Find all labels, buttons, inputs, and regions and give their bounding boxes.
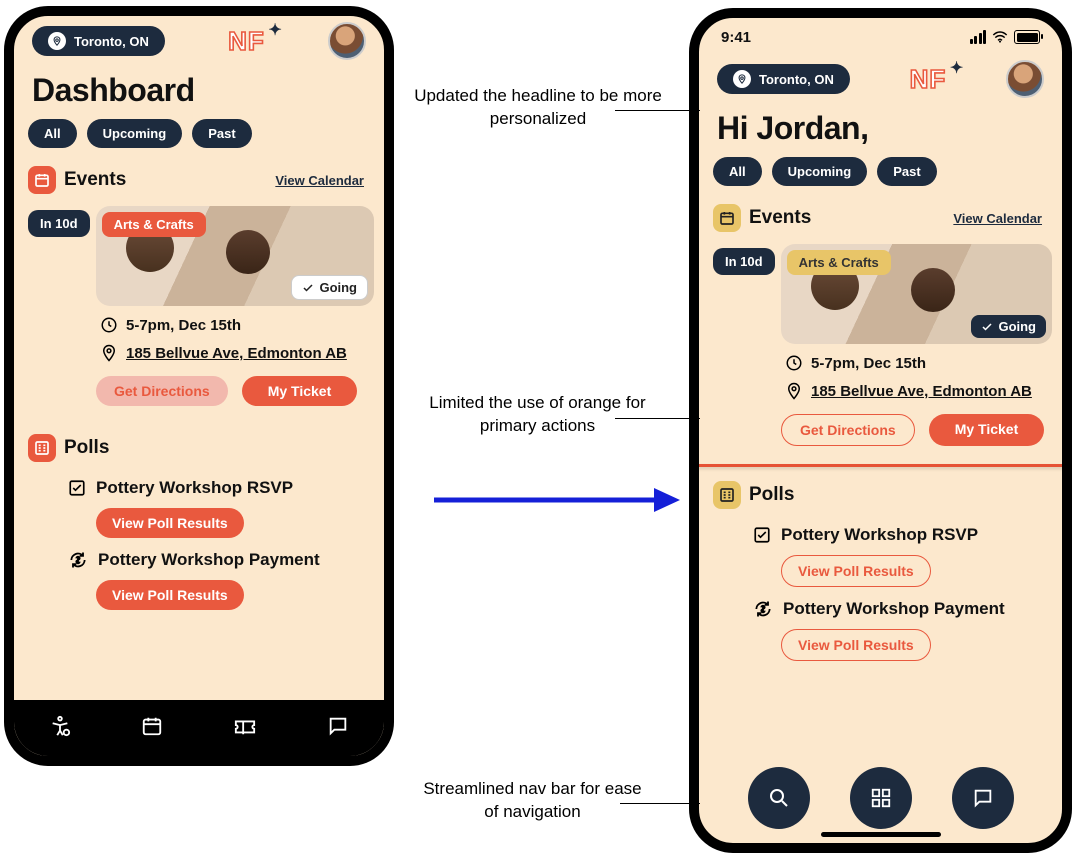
event-card[interactable]: In 10d Arts & Crafts Going 5-7pm, Dec 15… xyxy=(28,206,374,406)
nav-calendar-icon[interactable] xyxy=(141,715,163,742)
location-pin-icon xyxy=(733,70,751,88)
view-poll-results-button[interactable]: View Poll Results xyxy=(781,555,931,587)
wifi-icon xyxy=(992,31,1008,43)
refresh-dollar-icon xyxy=(753,599,773,619)
filter-past[interactable]: Past xyxy=(192,119,251,148)
calendar-icon xyxy=(713,204,741,232)
view-calendar-link[interactable]: View Calendar xyxy=(953,211,1042,226)
category-tag: Arts & Crafts xyxy=(102,212,206,237)
clock-icon xyxy=(785,354,803,372)
home-indicator xyxy=(821,832,941,837)
polls-heading: Polls xyxy=(64,437,109,459)
check-icon xyxy=(981,321,993,333)
status-bar: 9:41 xyxy=(699,18,1062,54)
phone-before: Toronto, ON NF✦ Dashboard All Upcoming P… xyxy=(4,6,394,766)
poll-item: Pottery Workshop Payment View Poll Resul… xyxy=(753,599,1062,661)
map-pin-icon xyxy=(785,382,803,400)
get-directions-button[interactable]: Get Directions xyxy=(781,414,915,446)
events-heading: Events xyxy=(749,207,811,229)
checkbox-icon xyxy=(753,526,771,544)
event-address[interactable]: 185 Bellvue Ave, Edmonton AB xyxy=(785,382,1052,400)
check-icon xyxy=(302,282,314,294)
view-poll-results-button[interactable]: View Poll Results xyxy=(96,508,244,538)
poll-item: Pottery Workshop RSVP View Poll Results xyxy=(753,525,1062,587)
countdown-chip: In 10d xyxy=(713,248,775,275)
filter-all[interactable]: All xyxy=(28,119,77,148)
map-pin-icon xyxy=(100,344,118,362)
polls-heading: Polls xyxy=(749,484,794,506)
poll-icon xyxy=(713,481,741,509)
event-card[interactable]: In 10d Arts & Crafts Going 5-7pm, Dec 15… xyxy=(713,244,1052,446)
page-title: Dashboard xyxy=(32,72,384,109)
get-directions-button[interactable]: Get Directions xyxy=(96,376,228,406)
event-address[interactable]: 185 Bellvue Ave, Edmonton AB xyxy=(100,344,374,362)
filter-upcoming[interactable]: Upcoming xyxy=(772,157,868,186)
category-tag: Arts & Crafts xyxy=(787,250,891,275)
avatar[interactable] xyxy=(1006,60,1044,98)
nav-chat-button[interactable] xyxy=(952,767,1014,829)
battery-icon xyxy=(1014,30,1040,44)
my-ticket-button[interactable]: My Ticket xyxy=(242,376,358,406)
filter-past[interactable]: Past xyxy=(877,157,936,186)
annotation-line xyxy=(615,110,700,111)
annotation-nav: Streamlined nav bar for ease of navigati… xyxy=(420,778,645,824)
filter-all[interactable]: All xyxy=(713,157,762,186)
nav-dashboard-button[interactable] xyxy=(850,767,912,829)
page-title: Hi Jordan, xyxy=(717,110,1062,147)
location-chip[interactable]: Toronto, ON xyxy=(32,26,165,56)
going-badge: Going xyxy=(971,315,1046,338)
filter-upcoming[interactable]: Upcoming xyxy=(87,119,183,148)
countdown-chip: In 10d xyxy=(28,210,90,237)
refresh-dollar-icon xyxy=(68,550,88,570)
location-text: Toronto, ON xyxy=(759,72,834,87)
event-image: Arts & Crafts Going xyxy=(781,244,1052,344)
clock-icon xyxy=(100,316,118,334)
my-ticket-button[interactable]: My Ticket xyxy=(929,414,1045,446)
location-pin-icon xyxy=(48,32,66,50)
nav-accessibility-icon[interactable] xyxy=(49,715,71,742)
view-poll-results-button[interactable]: View Poll Results xyxy=(781,629,931,661)
poll-item: Pottery Workshop Payment View Poll Resul… xyxy=(68,550,384,610)
checkbox-icon xyxy=(68,479,86,497)
going-badge: Going xyxy=(291,275,368,300)
location-text: Toronto, ON xyxy=(74,34,149,49)
signal-icon xyxy=(970,30,987,44)
event-image: Arts & Crafts Going xyxy=(96,206,374,306)
app-logo: NF✦ xyxy=(228,26,265,57)
status-time: 9:41 xyxy=(721,29,751,46)
location-chip[interactable]: Toronto, ON xyxy=(717,64,850,94)
annotation-line xyxy=(615,418,700,419)
view-poll-results-button[interactable]: View Poll Results xyxy=(96,580,244,610)
event-time: 5-7pm, Dec 15th xyxy=(785,354,1052,372)
avatar[interactable] xyxy=(328,22,366,60)
nav-ticket-icon[interactable] xyxy=(233,715,257,742)
app-logo: NF✦ xyxy=(910,64,947,95)
poll-item: Pottery Workshop RSVP View Poll Results xyxy=(68,478,384,538)
event-time: 5-7pm, Dec 15th xyxy=(100,316,374,334)
bottom-nav xyxy=(14,700,384,756)
annotation-headline: Updated the headline to be more personal… xyxy=(413,85,663,131)
phone-after: 9:41 Toronto, ON NF✦ Hi Jordan, All Upco… xyxy=(689,8,1072,853)
calendar-icon xyxy=(28,166,56,194)
nav-search-button[interactable] xyxy=(748,767,810,829)
annotation-orange: Limited the use of orange for primary ac… xyxy=(420,392,655,438)
arrow-icon xyxy=(432,480,682,520)
view-calendar-link[interactable]: View Calendar xyxy=(275,173,364,188)
poll-icon xyxy=(28,434,56,462)
events-heading: Events xyxy=(64,169,126,191)
nav-chat-icon[interactable] xyxy=(327,715,349,742)
bottom-nav xyxy=(699,767,1062,829)
annotation-line xyxy=(620,803,700,804)
